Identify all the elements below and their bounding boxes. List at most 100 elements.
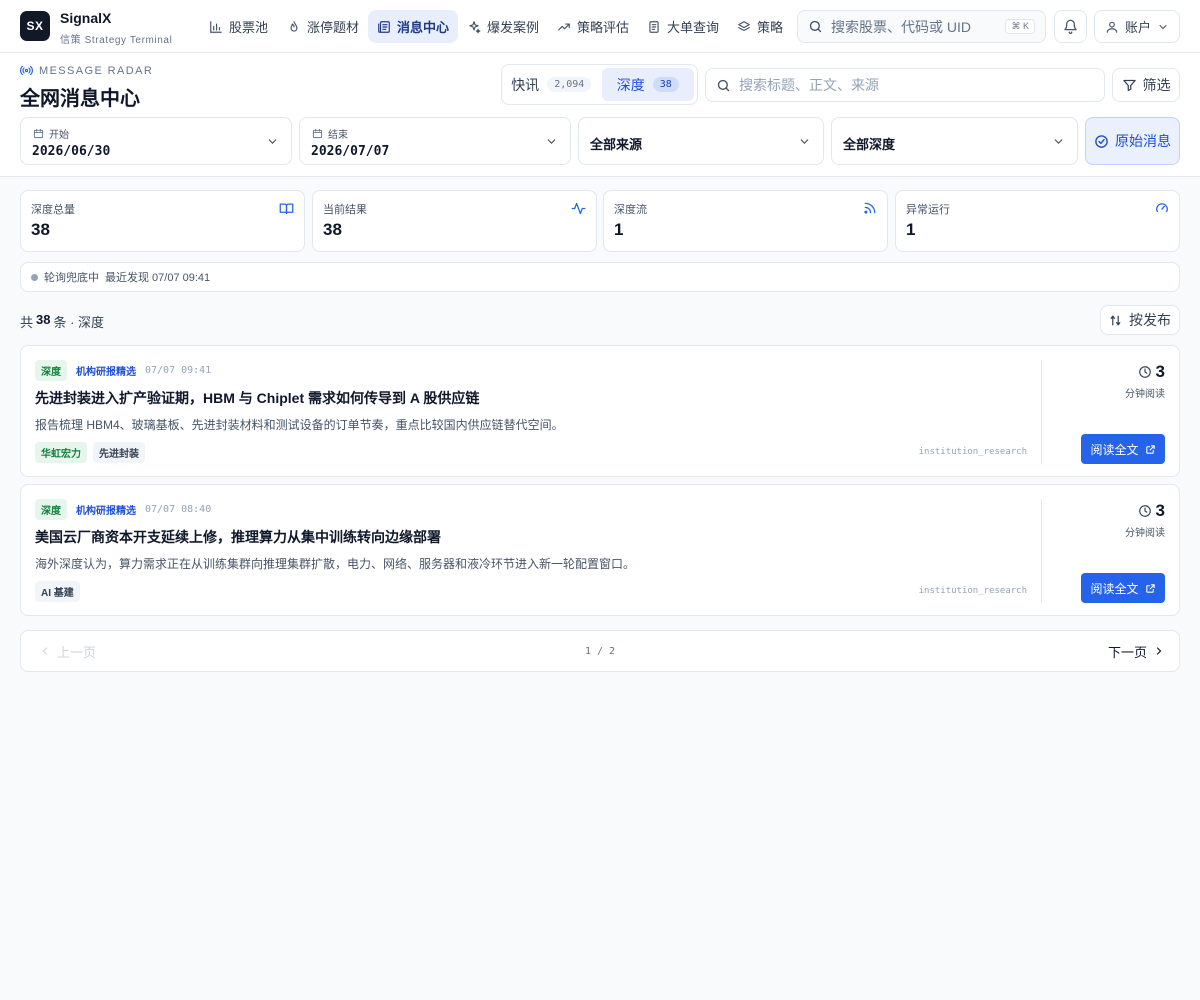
tab-label: 快讯 (511, 76, 540, 93)
source-code: institution_research (918, 447, 1027, 457)
message-search-field (705, 68, 1105, 102)
read-full-button[interactable]: 阅读全文 (1081, 434, 1165, 464)
stat-value: 38 (323, 220, 342, 239)
bell-icon (1063, 19, 1078, 34)
depth-select[interactable]: 全部深度 (831, 117, 1078, 165)
article-tags: AI 基建 (35, 581, 80, 602)
nav-item-breakout-cases[interactable]: 爆发案例 (458, 10, 548, 43)
check-circle-icon (1094, 134, 1109, 149)
account-menu-button[interactable]: 账户 (1094, 10, 1180, 43)
filter-button[interactable]: 筛选 (1112, 68, 1180, 102)
rss-icon (863, 201, 877, 215)
read-full-button[interactable]: 阅读全文 (1081, 573, 1165, 603)
external-link-icon (1145, 583, 1156, 594)
search-icon (808, 19, 823, 34)
nav-label: 消息中心 (397, 20, 450, 35)
eyebrow: MESSAGE RADAR (20, 64, 153, 77)
article-card[interactable]: 深度 机构研报精选 07/07 08:40 美国云厂商资本开支延续上修，推理算力… (20, 484, 1180, 616)
chevron-left-icon (39, 645, 51, 657)
raw-messages-label: 原始消息 (1115, 133, 1171, 149)
tag-topic[interactable]: AI 基建 (35, 581, 80, 602)
read-full-label: 阅读全文 (1090, 581, 1139, 596)
article-source[interactable]: 机构研报精选 (76, 502, 136, 517)
stat-label: 深度流 (614, 204, 647, 216)
chevron-down-icon (1052, 135, 1065, 148)
nav-item-strategy[interactable]: 策略 (728, 10, 786, 43)
nav-label: 策略 (757, 20, 784, 35)
message-search-input[interactable] (739, 77, 1094, 93)
article-time: 07/07 09:41 (145, 365, 212, 376)
next-page-label: 下一页 (1107, 644, 1147, 660)
filter-icon (1122, 78, 1137, 93)
results-count: 共 38 条 · 深度 (20, 312, 104, 331)
end-date-value: 2026/07/07 (311, 144, 390, 159)
pagination: 1 / 2 上一页 下一页 (20, 630, 1180, 672)
logo[interactable]: SX (20, 11, 50, 41)
results-number: 38 (36, 312, 51, 327)
tab-flash-news[interactable]: 快讯 2,094 (505, 68, 598, 101)
tab-depth[interactable]: 深度 38 (601, 68, 694, 101)
nav-item-strategy-eval[interactable]: 策略评估 (548, 10, 638, 43)
article-card[interactable]: 深度 机构研报精选 07/07 09:41 先进封装进入扩产验证期，HBM 与 … (20, 345, 1180, 477)
article-title[interactable]: 先进封装进入扩产验证期，HBM 与 Chiplet 需求如何传导到 A 股供应链 (35, 388, 479, 408)
article-summary: 海外深度认为，算力需求正在从训练集群向推理集群扩散，电力、网络、服务器和液冷环节… (35, 557, 636, 571)
article-time: 07/07 08:40 (145, 504, 212, 515)
account-label: 账户 (1124, 20, 1151, 35)
end-date-select[interactable]: 结束 2026/07/07 (299, 117, 571, 165)
sort-button[interactable]: 按发布 (1100, 305, 1180, 335)
stat-card-current-results: 当前结果 38 (312, 190, 597, 252)
tag-stock[interactable]: 华虹宏力 (35, 442, 87, 463)
tab-count: 2,094 (547, 77, 592, 92)
read-unit: 分钟阅读 (1125, 528, 1165, 539)
stat-card-depth-stream: 深度流 1 (603, 190, 888, 252)
article-title[interactable]: 美国云厂商资本开支延续上修，推理算力从集中训练转向边缘部署 (35, 527, 441, 547)
radio-icon (20, 64, 33, 77)
prev-page-button[interactable]: 上一页 (39, 631, 96, 671)
results-suffix: 条 · 深度 (53, 315, 105, 330)
stat-value: 1 (614, 220, 624, 239)
next-page-button[interactable]: 下一页 (1108, 631, 1165, 671)
read-minutes: 3 (1155, 501, 1165, 520)
stat-card-depth-total: 深度总量 38 (20, 190, 305, 252)
chevron-down-icon (545, 135, 558, 148)
results-prefix: 共 (20, 315, 34, 330)
nav-item-message-center[interactable]: 消息中心 (368, 10, 459, 43)
newspaper-icon (377, 20, 391, 34)
tab-count: 38 (652, 77, 679, 92)
divider (1041, 360, 1042, 464)
bar-chart-icon (209, 20, 223, 34)
polling-status-bar: 轮询兜底中 最近发现 07/07 09:41 (20, 262, 1180, 292)
global-search-input[interactable]: 搜索股票、代码或 UID ⌘ K (797, 10, 1046, 43)
tag-topic[interactable]: 先进封装 (93, 442, 145, 463)
raw-messages-button[interactable]: 原始消息 (1085, 117, 1180, 165)
read-time: 3 (1138, 362, 1165, 382)
nav-item-stock-pool[interactable]: 股票池 (200, 10, 277, 43)
calendar-icon (312, 128, 323, 139)
brand-name: SignalX (60, 10, 112, 26)
eyebrow-text: MESSAGE RADAR (39, 64, 154, 77)
brand-subtitle: 信策 Strategy Terminal (60, 35, 173, 46)
article-source[interactable]: 机构研报精选 (76, 363, 136, 378)
status-dot (31, 273, 38, 281)
source-select[interactable]: 全部来源 (578, 117, 824, 165)
stat-label: 当前结果 (323, 204, 367, 216)
read-minutes: 3 (1155, 362, 1165, 381)
source-code: institution_research (918, 586, 1027, 596)
read-full-label: 阅读全文 (1090, 442, 1139, 457)
prev-page-label: 上一页 (57, 644, 97, 660)
nav-item-block-orders[interactable]: 大单查询 (638, 10, 728, 43)
stat-value: 1 (906, 220, 916, 239)
source-select-value: 全部来源 (590, 137, 643, 152)
sparkles-icon (467, 20, 481, 34)
nav-label: 涨停题材 (307, 20, 360, 35)
start-date-select[interactable]: 开始 2026/06/30 (20, 117, 292, 165)
nav-label: 大单查询 (667, 20, 720, 35)
nav-label: 股票池 (229, 20, 269, 35)
start-date-label-row: 开始 (33, 126, 69, 141)
stat-label: 深度总量 (31, 204, 75, 216)
calendar-icon (33, 128, 44, 139)
nav-item-limit-up-themes[interactable]: 涨停题材 (278, 10, 368, 43)
article-meta: 深度 机构研报精选 07/07 09:41 (35, 360, 211, 381)
page-header: MESSAGE RADAR 全网消息中心 快讯 2,094 深度 38 筛选 开… (0, 53, 1200, 177)
notifications-button[interactable] (1054, 10, 1087, 43)
